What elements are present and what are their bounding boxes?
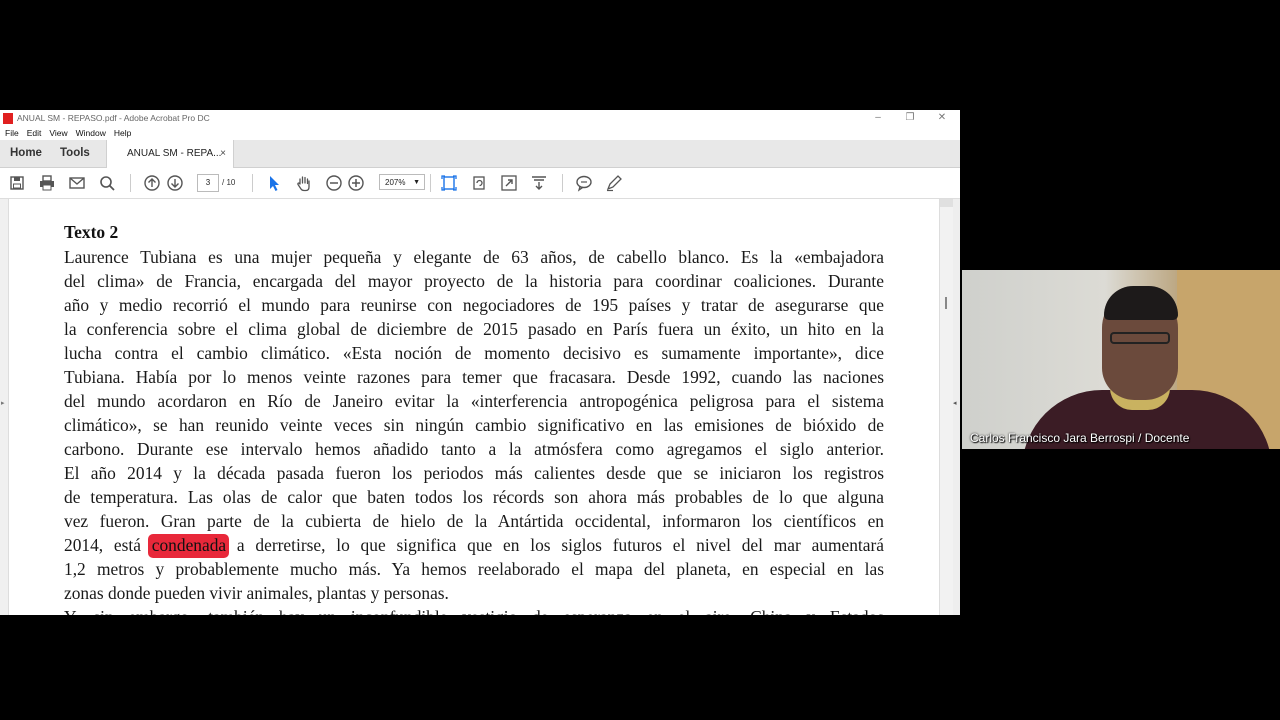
menu-file[interactable]: File	[5, 128, 19, 138]
print-icon[interactable]	[38, 174, 56, 192]
page-up-icon[interactable]	[143, 174, 161, 192]
tab-document[interactable]: ANUAL SM - REPA... ×	[106, 140, 234, 168]
menu-view[interactable]: View	[49, 128, 67, 138]
zoom-in-icon[interactable]	[347, 174, 365, 192]
text-line: de temperatura. Las olas de calor que ba…	[64, 487, 884, 507]
person-glasses	[1110, 332, 1170, 344]
text-line-highlighted: 2014, está condenada a derretirse, lo qu…	[64, 533, 884, 557]
zoom-level-select[interactable]: 207% ▼	[379, 174, 425, 190]
text-segment: 2014, está	[64, 535, 152, 555]
vertical-scrollbar[interactable]	[939, 199, 953, 615]
tab-tools[interactable]: Tools	[60, 140, 90, 167]
text-line: Laurence Tubiana es una mujer pequeña y …	[64, 247, 884, 267]
close-window-button[interactable]: ✕	[927, 110, 957, 126]
title-bar: ANUAL SM - REPASO.pdf - Adobe Acrobat Pr…	[0, 110, 960, 126]
text-line: lucha contra el cambio climático. «Esta …	[64, 343, 884, 363]
save-icon[interactable]	[8, 174, 26, 192]
toolbar: 3 / 10 207% ▼	[0, 168, 960, 199]
search-icon[interactable]	[98, 174, 116, 192]
tab-home[interactable]: Home	[10, 140, 42, 167]
highlight-pen-icon[interactable]	[605, 174, 623, 192]
restore-button[interactable]: ❐	[895, 110, 925, 126]
left-pane-toggle[interactable]: ▸	[0, 199, 9, 615]
expand-right-icon: ◂	[953, 400, 957, 407]
extract-icon[interactable]	[530, 174, 548, 192]
right-pane-toggle[interactable]: ◂	[953, 199, 960, 615]
document-tab-label: ANUAL SM - REPA...	[127, 148, 222, 159]
highlighted-word[interactable]: condenada	[152, 535, 226, 555]
zoom-level-value: 207%	[385, 178, 406, 187]
text-line: zonas donde pueden vivir animales, plant…	[64, 583, 449, 603]
text-line: del mundo acordaron en Río de Janeiro ev…	[64, 391, 884, 411]
toolbar-separator	[562, 174, 563, 192]
select-cursor-icon[interactable]	[265, 174, 283, 192]
expand-left-icon: ▸	[1, 400, 5, 407]
text-line: 1,2 metros y probablemente mucho más. Ya…	[64, 559, 884, 579]
text-line: carbono. Durante ese intervalo hemos aña…	[64, 439, 884, 459]
text-line: la conferencia sobre el clima global de …	[64, 319, 884, 339]
document-body: Laurence Tubiana es una mujer pequeña y …	[64, 245, 884, 615]
text-line: del clima» de Francia, encargada del may…	[64, 271, 884, 291]
page-down-icon[interactable]	[166, 174, 184, 192]
text-line: Y, sin embargo, también hay un inconfund…	[64, 605, 884, 615]
tab-bar: Home Tools ANUAL SM - REPA... ×	[0, 140, 960, 168]
menu-edit[interactable]: Edit	[27, 128, 42, 138]
pdf-file-icon	[3, 112, 13, 124]
rotate-icon[interactable]	[470, 174, 488, 192]
text-segment: a derretirse, lo que significa que en lo…	[226, 535, 884, 555]
document-heading: Texto 2	[64, 222, 119, 242]
menu-help[interactable]: Help	[114, 128, 131, 138]
page-total: / 10	[222, 178, 236, 187]
pdf-page: Texto 2 Laurence Tubiana es una mujer pe…	[9, 199, 938, 615]
hand-icon[interactable]	[295, 174, 313, 192]
text-line: climático», se han reunido veinte veces …	[64, 415, 884, 435]
close-tab-button[interactable]: ×	[220, 140, 226, 167]
acrobat-window: ANUAL SM - REPASO.pdf - Adobe Acrobat Pr…	[0, 110, 960, 615]
participant-name: Carlos Francisco Jara Berrospi / Docente	[970, 431, 1190, 445]
text-line: vez fueron. Gran parte de la cubierta de…	[64, 511, 884, 531]
document-area: ▸ Texto 2 Laurence Tubiana es una mujer …	[0, 199, 960, 615]
menu-window[interactable]: Window	[76, 128, 106, 138]
fullscreen-icon[interactable]	[500, 174, 518, 192]
email-icon[interactable]	[68, 174, 86, 192]
minimize-button[interactable]: –	[863, 110, 893, 126]
comment-icon[interactable]	[575, 174, 593, 192]
menu-bar: File Edit View Window Help	[0, 126, 960, 140]
text-line: año y medio recorrió el mundo para reuni…	[64, 295, 884, 315]
toolbar-separator	[430, 174, 431, 192]
zoom-out-icon[interactable]	[325, 174, 343, 192]
chevron-down-icon: ▼	[413, 179, 420, 186]
scrollbar-cap	[940, 199, 953, 207]
text-line: El año 2014 y la década pasada fueron lo…	[64, 463, 884, 483]
fit-page-icon[interactable]	[440, 174, 458, 192]
webcam-feed: Carlos Francisco Jara Berrospi / Docente	[962, 270, 1280, 449]
toolbar-separator	[130, 174, 131, 192]
window-title: ANUAL SM - REPASO.pdf - Adobe Acrobat Pr…	[17, 113, 210, 123]
text-line: Tubiana. Había por lo menos veinte razon…	[64, 367, 884, 387]
scrollbar-thumb[interactable]	[945, 297, 947, 309]
toolbar-separator	[252, 174, 253, 192]
page-number-input[interactable]: 3	[197, 174, 219, 192]
